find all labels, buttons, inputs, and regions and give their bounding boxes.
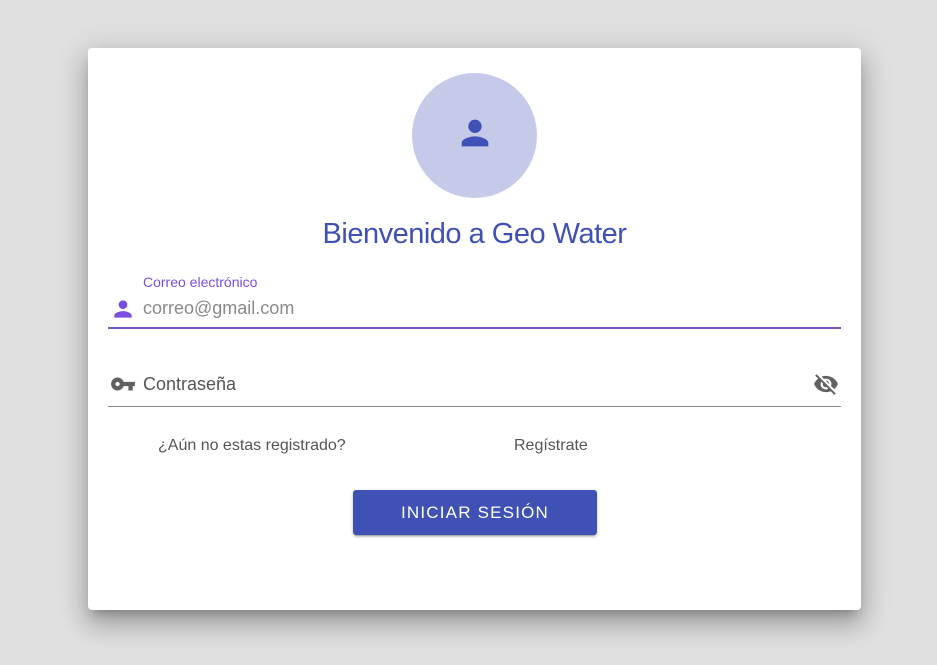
password-input[interactable] [143, 371, 783, 397]
email-field[interactable]: Correo electrónico [108, 273, 841, 329]
register-question: ¿Aún no estas registrado? [158, 437, 346, 454]
eye-off-icon[interactable] [811, 371, 841, 397]
password-field[interactable] [108, 358, 841, 407]
person-icon [108, 296, 138, 322]
email-input[interactable] [143, 295, 783, 321]
person-icon [455, 113, 495, 158]
avatar [412, 73, 537, 198]
login-card: Bienvenido a Geo Water Correo electrónic… [88, 48, 861, 610]
login-button[interactable]: INICIAR SESIÓN [353, 490, 597, 535]
page-title: Bienvenido a Geo Water [322, 218, 627, 250]
key-icon [108, 371, 138, 397]
register-link[interactable]: Regístrate [514, 437, 588, 455]
email-field-label: Correo electrónico [143, 274, 258, 290]
